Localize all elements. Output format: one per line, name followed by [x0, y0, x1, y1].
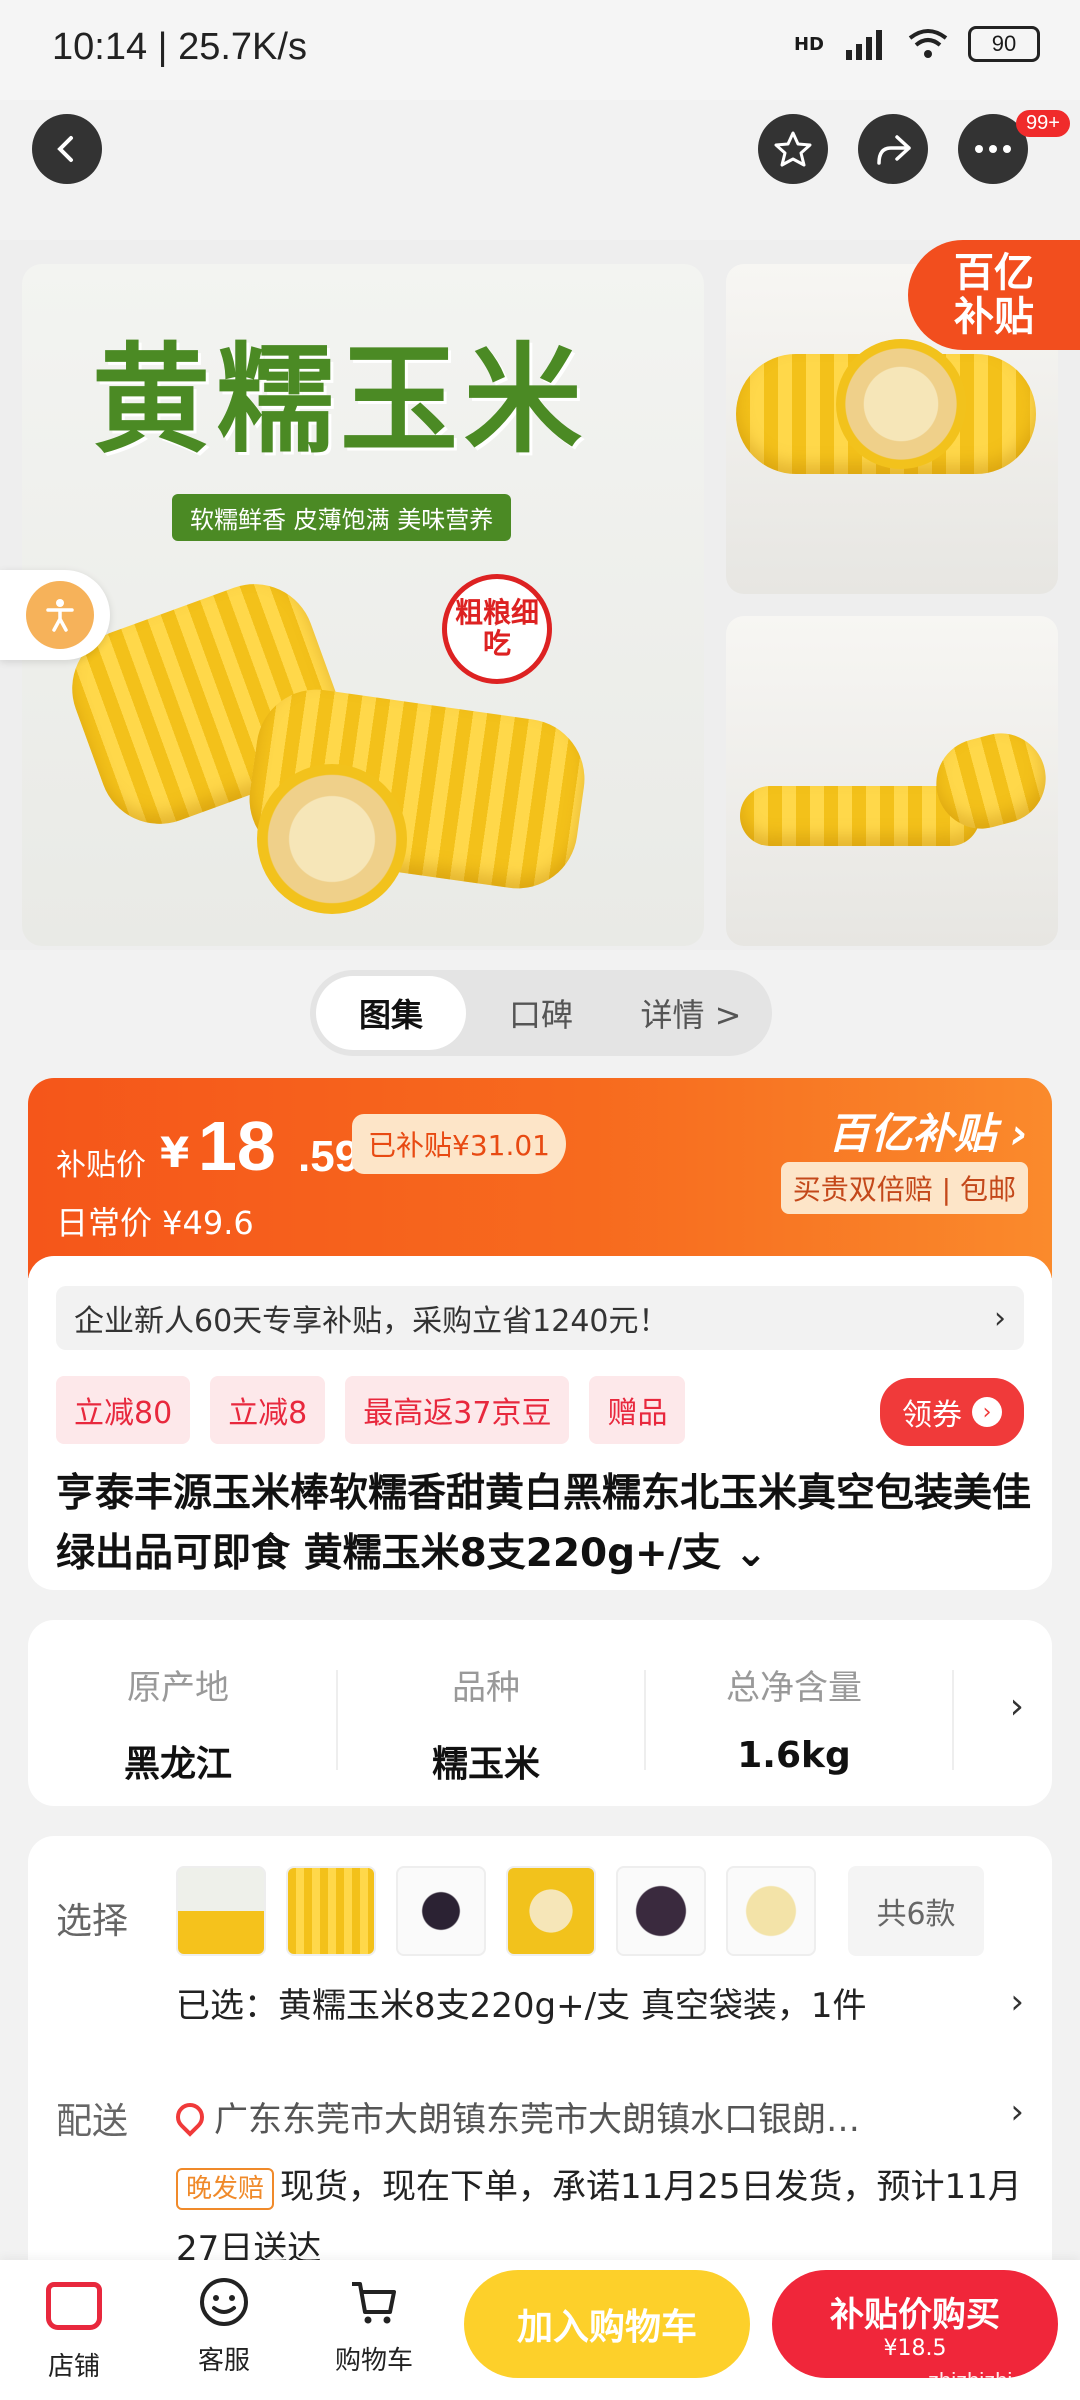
sku-thumbnail[interactable]	[726, 1866, 816, 1956]
back-arrow-icon	[57, 136, 73, 162]
get-coupon-button[interactable]: 领券 ›	[880, 1378, 1024, 1446]
shop-icon	[14, 2282, 134, 2340]
delivery-label: 配送	[56, 2101, 129, 2142]
enterprise-notice[interactable]: 企业新人60天专享补贴，采购立省1240元！ ›	[56, 1286, 1024, 1350]
bottom-action-bar: 店铺 客服 购物车 加入购物车 补贴价购买 ¥18.5 zhizhizhi.co…	[0, 2260, 1080, 2400]
hd-icon: HD	[793, 33, 824, 55]
select-label: 选择	[56, 1901, 129, 1942]
wifi-icon	[908, 29, 948, 58]
promo-tag[interactable]: 立减8	[210, 1376, 326, 1444]
corn-cob-end-image	[836, 339, 966, 469]
price-integer: 18	[198, 1107, 276, 1185]
attribute-value: 1.6kg	[737, 1735, 851, 1776]
chevron-right-icon[interactable]: ›	[1010, 1982, 1024, 2022]
address-text: 广东东莞市大朗镇东莞市大朗镇水口银朗…	[214, 2100, 860, 2140]
attributes-card[interactable]: 原产地 黑龙江 品种 糯玉米 总净含量 1.6kg ›	[28, 1620, 1052, 1806]
subsidy-guarantee: 买贵双倍赔 | 包邮	[780, 1162, 1028, 1214]
sku-thumbnail[interactable]	[176, 1866, 266, 1956]
chevron-right-icon: ›	[972, 1397, 1002, 1427]
favorite-button[interactable]	[758, 114, 828, 184]
share-icon	[877, 135, 911, 165]
subsidy-price-label: 补贴价	[56, 1148, 146, 1183]
signal-icon	[846, 30, 882, 60]
gallery-tabs: 图集 口碑 详情 >	[310, 970, 772, 1056]
corn-cob-end-image	[257, 764, 407, 914]
watermark: zhizhizhi.com	[927, 2368, 1060, 2393]
buy-price: ¥18.5	[883, 2336, 947, 2361]
notice-text: 企业新人60天专享补贴，采购立省1240元！	[74, 1304, 669, 1339]
buy-label: 补贴价购买	[830, 2295, 1000, 2335]
selection-card: 选择 共6款 已选：黄糯玉米8支220g+/支 真空袋装，1件 › 配送 广东东…	[28, 1836, 1052, 2276]
status-time: 10:14 | 25.7K/s	[52, 26, 307, 68]
status-bar: 10:14 | 25.7K/s HD 90	[0, 0, 1080, 100]
chevron-right-icon: ›	[994, 1300, 1006, 1336]
subsidy-brand-link[interactable]: 百亿补贴 ›	[828, 1100, 1028, 1161]
image-ribbon: 软糯鲜香 皮薄饱满 美味营养	[172, 494, 512, 541]
tab-reviews[interactable]: 口碑	[466, 976, 616, 1050]
late-compensation-tag: 晚发赔	[176, 2167, 275, 2210]
promo-tag[interactable]: 最高返37京豆	[345, 1376, 570, 1444]
thumbnail-image-2[interactable]	[726, 616, 1058, 946]
coupon-label: 领券	[902, 1398, 962, 1433]
promo-tag[interactable]: 立减80	[56, 1376, 191, 1444]
currency-symbol: ¥	[160, 1128, 190, 1177]
back-button[interactable]	[32, 114, 102, 184]
battery-icon: 90	[968, 26, 1040, 62]
more-dots-icon	[975, 145, 1011, 153]
sku-thumbnail[interactable]	[616, 1866, 706, 1956]
subsidy-tag-line1: 百亿	[954, 250, 1034, 296]
attribute-value: 糯玉米	[431, 1744, 540, 1785]
image-gallery[interactable]: 黄糯玉米 软糯鲜香 皮薄饱满 美味营养 粗粮细吃 1 11	[0, 240, 1080, 1162]
tab-gallery[interactable]: 图集	[316, 976, 466, 1050]
image-title: 黄糯玉米	[92, 330, 589, 469]
selected-sku[interactable]: 已选：黄糯玉米8支220g+/支 真空袋装，1件	[176, 1978, 867, 2027]
shop-label: 店铺	[47, 2352, 100, 2382]
location-pin-icon	[170, 2096, 210, 2137]
accessibility-float-button[interactable]	[0, 570, 110, 660]
system-icons: HD 90	[794, 26, 1040, 62]
subsidy-saved-badge: 已补贴¥31.01	[352, 1114, 566, 1174]
divider	[952, 1670, 954, 1770]
main-product-image[interactable]: 黄糯玉米 软糯鲜香 皮薄饱满 美味营养 粗粮细吃	[22, 264, 704, 946]
cart-icon	[314, 2276, 434, 2334]
product-title[interactable]: 亨泰丰源玉米棒软糯香甜黄白黑糯东北玉米真空包装美佳绿出品可即食 黄糯玉米8支22…	[56, 1464, 1036, 1584]
service-icon	[164, 2276, 284, 2334]
star-icon	[774, 131, 812, 167]
subsidy-corner-tag: 百亿 补贴	[908, 240, 1080, 350]
tab-details[interactable]: 详情 >	[616, 976, 766, 1050]
sku-more-button[interactable]: 共6款	[848, 1866, 984, 1956]
cart-label: 购物车	[334, 2346, 413, 2376]
promo-tags: 立减80 立减8 最高返37京豆 赠品	[56, 1376, 686, 1444]
service-label: 客服	[197, 2346, 250, 2376]
product-info-card: 企业新人60天专享补贴，采购立省1240元！ › 立减80 立减8 最高返37京…	[28, 1256, 1052, 1590]
cart-button[interactable]: 购物车	[314, 2276, 434, 2377]
share-button[interactable]	[858, 114, 928, 184]
daily-price: 日常价 ¥49.6	[56, 1204, 254, 1242]
buy-now-button[interactable]: 补贴价购买 ¥18.5	[772, 2270, 1058, 2378]
attribute-key: 品种	[452, 1668, 520, 1708]
shop-button[interactable]: 店铺	[14, 2276, 134, 2383]
sku-thumbnail[interactable]	[396, 1866, 486, 1956]
add-to-cart-button[interactable]: 加入购物车	[464, 2270, 750, 2378]
price-decimal: .59	[298, 1132, 360, 1181]
sku-thumbnail[interactable]	[506, 1866, 596, 1956]
attribute-value: 黑龙江	[123, 1744, 232, 1785]
attribute-origin: 原产地 黑龙江	[28, 1660, 328, 1787]
message-badge: 99+	[1016, 110, 1070, 137]
accessibility-icon	[26, 581, 94, 649]
subsidy-tag-line2: 补贴	[954, 294, 1034, 340]
image-stamp: 粗粮细吃	[442, 574, 552, 684]
price-banner: 补贴价 ¥ 18 .59 已补贴¥31.01 日常价 ¥49.6 百亿补贴 › …	[28, 1078, 1052, 1278]
customer-service-button[interactable]: 客服	[164, 2276, 284, 2377]
sku-thumbnail[interactable]	[286, 1866, 376, 1956]
attribute-key: 原产地	[127, 1668, 229, 1708]
attribute-key: 总净含量	[726, 1668, 862, 1708]
chevron-right-icon[interactable]: ›	[1010, 1686, 1024, 1727]
delivery-address[interactable]: 广东东莞市大朗镇东莞市大朗镇水口银朗…	[170, 2092, 860, 2141]
attribute-variety: 品种 糯玉米	[336, 1660, 636, 1787]
chevron-right-icon[interactable]: ›	[1010, 2092, 1024, 2132]
attribute-net-weight: 总净含量 1.6kg	[644, 1660, 944, 1776]
shipping-text: 现货，现在下单，承诺11月25日发货，预计11月27日送达	[176, 2167, 1022, 2269]
promo-tag[interactable]: 赠品	[589, 1376, 686, 1444]
